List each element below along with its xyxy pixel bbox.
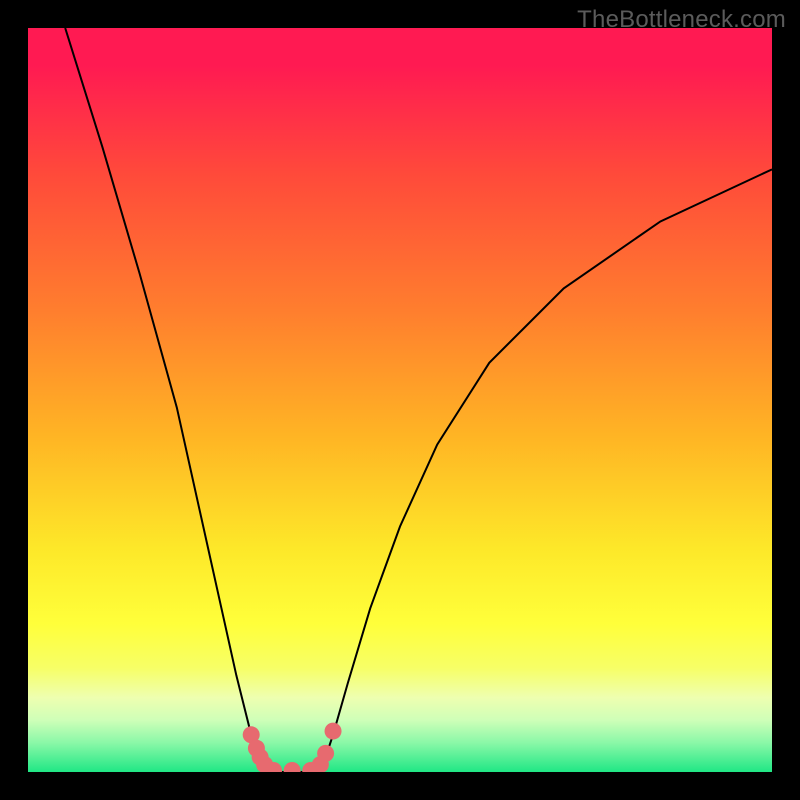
gradient-background: [28, 28, 772, 772]
bottleneck-chart: [28, 28, 772, 772]
data-marker: [325, 723, 342, 740]
plot-area: [28, 28, 772, 772]
data-marker: [317, 745, 334, 762]
watermark-label: TheBottleneck.com: [577, 6, 786, 34]
chart-frame: TheBottleneck.com: [0, 0, 800, 800]
